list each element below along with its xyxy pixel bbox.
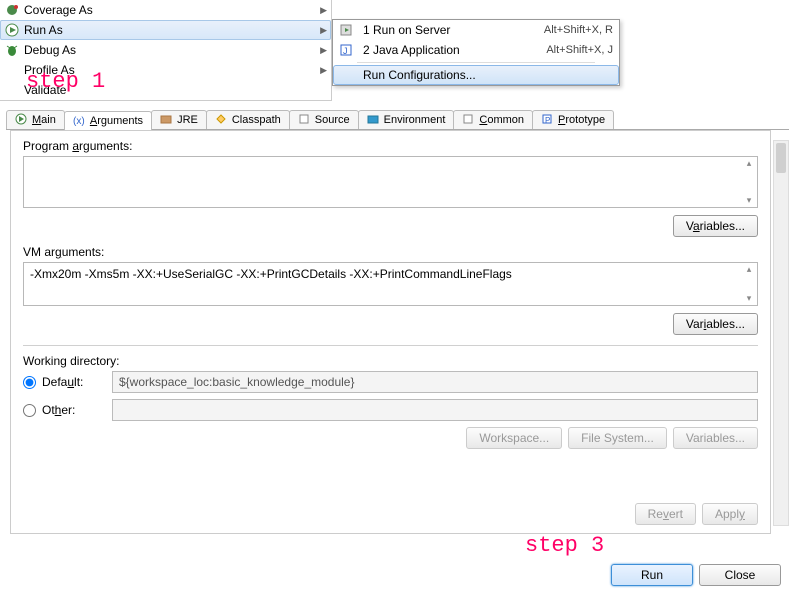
working-dir-label: Working directory: — [23, 354, 758, 368]
annotation-step-3: step 3 — [525, 533, 604, 558]
background-grid — [332, 0, 795, 20]
arguments-panel: Program arguments: ▴ ▾ Variables... VM a… — [10, 130, 771, 534]
tab-label: Classpath — [232, 114, 281, 126]
wd-variables-button[interactable]: Variables... — [673, 427, 758, 449]
tab-classpath[interactable]: Classpath — [206, 110, 290, 129]
classpath-tab-icon — [215, 113, 229, 127]
filesystem-button[interactable]: File System... — [568, 427, 667, 449]
tab-arguments[interactable]: (x) Arguments — [64, 111, 152, 130]
common-tab-icon — [462, 113, 476, 127]
menu-label: Coverage As — [24, 3, 312, 17]
prototype-tab-icon: P — [541, 113, 555, 127]
program-args-label: Program arguments: — [23, 139, 758, 153]
server-icon — [339, 23, 363, 37]
args-tab-icon: (x) — [73, 114, 87, 128]
run-button[interactable]: Run — [611, 564, 693, 586]
profile-icon — [4, 62, 20, 78]
env-tab-icon — [367, 113, 381, 127]
shortcut: Alt+Shift+X, J — [546, 44, 613, 56]
vm-args-label: VM arguments: — [23, 245, 758, 259]
tab-common[interactable]: Common — [453, 110, 533, 129]
submenu-separator — [357, 62, 595, 63]
default-radio-label: Default: — [42, 375, 112, 389]
svg-text:P: P — [545, 116, 550, 125]
workspace-button[interactable]: Workspace... — [466, 427, 562, 449]
other-dir-input — [112, 399, 758, 421]
run-icon — [4, 22, 20, 38]
tab-label: Prototype — [558, 114, 605, 126]
submenu-label: Run Configurations... — [363, 68, 613, 82]
tab-prototype[interactable]: P Prototype — [532, 110, 614, 129]
blank-icon — [4, 82, 20, 98]
svg-text:J: J — [343, 46, 348, 56]
vm-args-textarea[interactable] — [23, 262, 758, 306]
panel-scrollbar[interactable] — [773, 140, 789, 526]
default-radio[interactable] — [23, 376, 36, 389]
other-radio-label: Other: — [42, 403, 112, 417]
program-args-variables-button[interactable]: Variables... — [673, 215, 758, 237]
scroll-up-icon[interactable]: ▴ — [742, 264, 756, 278]
separator — [23, 345, 758, 346]
other-radio[interactable] — [23, 404, 36, 417]
tab-label: Arguments — [90, 115, 143, 127]
tab-environment[interactable]: Environment — [358, 110, 455, 129]
button-label: Variables... — [686, 317, 745, 331]
main-tab-icon — [15, 113, 29, 127]
button-label: Revert — [648, 507, 683, 521]
source-tab-icon — [298, 113, 312, 127]
submenu-label: 1 Run on Server — [363, 23, 544, 37]
button-label: Apply — [715, 507, 745, 521]
submenu-arrow-icon: ▶ — [320, 45, 327, 56]
submenu-arrow-icon: ▶ — [320, 5, 327, 16]
submenu-java-application[interactable]: J 2 Java Application Alt+Shift+X, J — [333, 40, 619, 60]
tab-label: Common — [479, 114, 524, 126]
submenu-run-on-server[interactable]: 1 Run on Server Alt+Shift+X, R — [333, 20, 619, 40]
svg-text:(x): (x) — [73, 116, 85, 126]
close-button[interactable]: Close — [699, 564, 781, 586]
run-as-submenu: 1 Run on Server Alt+Shift+X, R J 2 Java … — [332, 19, 620, 86]
tab-source[interactable]: Source — [289, 110, 359, 129]
shortcut: Alt+Shift+X, R — [544, 24, 613, 36]
working-dir-default-row: Default: — [23, 371, 758, 393]
scroll-down-icon[interactable]: ▾ — [742, 195, 756, 209]
vm-args-variables-button[interactable]: Variables... — [673, 313, 758, 335]
menu-label: Run As — [24, 23, 312, 37]
debug-icon — [4, 42, 20, 58]
menu-debug-as[interactable]: Debug As ▶ — [0, 40, 331, 60]
coverage-icon — [4, 2, 20, 18]
submenu-arrow-icon: ▶ — [320, 65, 327, 76]
java-icon: J — [339, 43, 363, 57]
menu-coverage-as[interactable]: Coverage As ▶ — [0, 0, 331, 20]
menu-label: Debug As — [24, 43, 312, 57]
submenu-arrow-icon: ▶ — [320, 25, 327, 36]
dialog-footer: Run Close — [605, 564, 781, 586]
button-label: Variables... — [686, 219, 745, 233]
menu-run-as[interactable]: Run As ▶ — [0, 20, 331, 40]
tab-label: JRE — [177, 114, 198, 126]
annotation-step-1: step 1 — [26, 69, 105, 94]
tab-jre[interactable]: JRE — [151, 110, 207, 129]
default-dir-input — [112, 371, 758, 393]
config-tabs: Main (x) Arguments JRE Classpath Source E… — [6, 108, 789, 130]
submenu-label: 2 Java Application — [363, 43, 546, 57]
tab-label: Environment — [384, 114, 446, 126]
program-args-textarea[interactable] — [23, 156, 758, 208]
scroll-up-icon[interactable]: ▴ — [742, 158, 756, 172]
working-dir-other-row: Other: — [23, 399, 758, 421]
tab-label: Source — [315, 114, 350, 126]
revert-button[interactable]: Revert — [635, 503, 696, 525]
submenu-run-configurations[interactable]: Run Configurations... — [333, 65, 619, 85]
apply-button[interactable]: Apply — [702, 503, 758, 525]
scroll-down-icon[interactable]: ▾ — [742, 293, 756, 307]
tab-label: Main — [32, 114, 56, 126]
tab-main[interactable]: Main — [6, 110, 65, 129]
jre-tab-icon — [160, 113, 174, 127]
